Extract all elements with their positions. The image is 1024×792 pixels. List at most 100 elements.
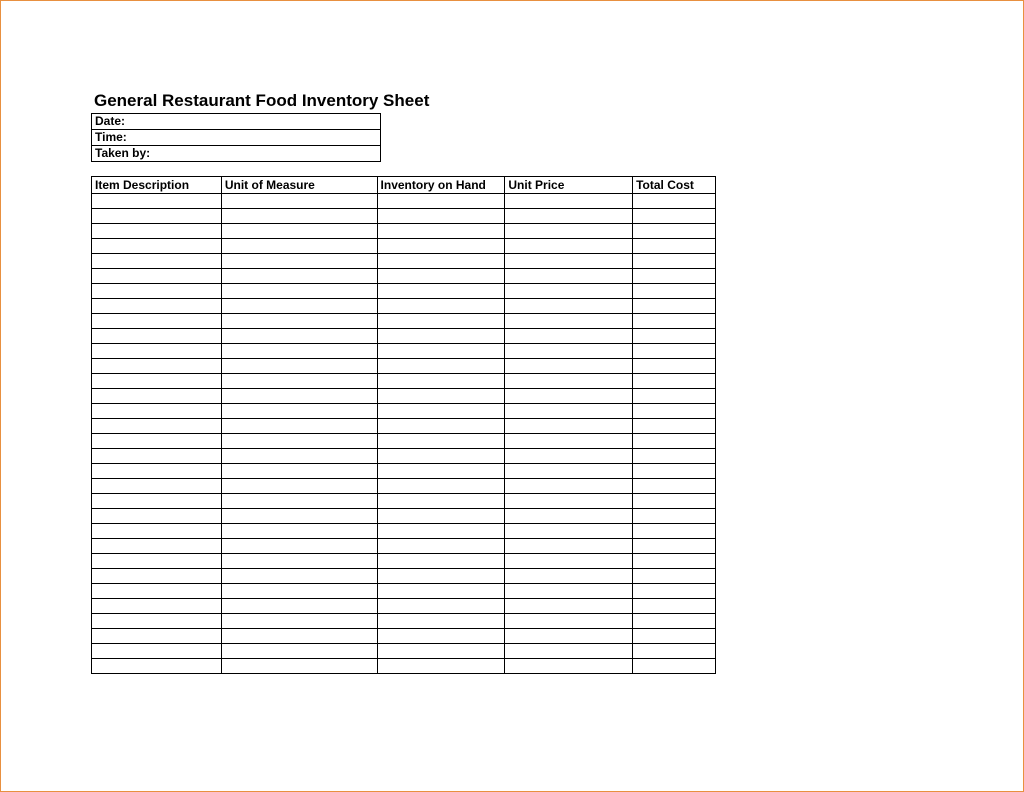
table-cell [377,209,505,224]
col-header-item-description: Item Description [92,177,222,194]
meta-row-taken-by: Taken by: [92,146,381,162]
col-header-inventory-on-hand: Inventory on Hand [377,177,505,194]
table-cell [221,299,377,314]
table-cell [377,449,505,464]
table-cell [92,614,222,629]
date-label: Date: [92,114,381,130]
table-cell [505,389,633,404]
table-row [92,509,716,524]
table-cell [505,284,633,299]
table-cell [505,494,633,509]
table-cell [633,254,716,269]
table-cell [92,209,222,224]
table-row [92,404,716,419]
table-cell [92,464,222,479]
table-cell [377,389,505,404]
table-cell [221,554,377,569]
table-cell [377,479,505,494]
table-cell [377,629,505,644]
table-row [92,224,716,239]
page-border: General Restaurant Food Inventory Sheet … [0,0,1024,792]
table-row [92,374,716,389]
table-cell [221,314,377,329]
table-cell [505,659,633,674]
table-cell [92,194,222,209]
table-cell [377,419,505,434]
table-cell [505,224,633,239]
table-cell [92,224,222,239]
table-cell [377,194,505,209]
table-cell [221,494,377,509]
table-cell [377,614,505,629]
table-cell [92,404,222,419]
table-cell [505,539,633,554]
table-cell [377,404,505,419]
table-cell [92,494,222,509]
col-header-total-cost: Total Cost [633,177,716,194]
table-row [92,464,716,479]
table-row [92,659,716,674]
table-cell [92,524,222,539]
table-cell [633,584,716,599]
table-cell [377,584,505,599]
table-cell [633,374,716,389]
table-row [92,554,716,569]
table-cell [377,239,505,254]
table-cell [633,359,716,374]
table-row [92,194,716,209]
table-row [92,239,716,254]
table-cell [633,539,716,554]
table-cell [633,569,716,584]
table-cell [377,254,505,269]
table-cell [377,539,505,554]
table-cell [505,299,633,314]
table-cell [92,629,222,644]
table-cell [92,269,222,284]
table-cell [221,614,377,629]
table-cell [633,479,716,494]
table-cell [505,464,633,479]
table-cell [505,479,633,494]
table-cell [633,419,716,434]
inventory-header-row: Item Description Unit of Measure Invento… [92,177,716,194]
table-cell [505,314,633,329]
table-cell [633,494,716,509]
table-row [92,644,716,659]
inventory-body [92,194,716,674]
table-row [92,344,716,359]
taken-by-label: Taken by: [92,146,381,162]
table-cell [92,299,222,314]
table-cell [505,209,633,224]
table-cell [505,374,633,389]
table-cell [221,464,377,479]
table-cell [221,434,377,449]
table-cell [377,569,505,584]
table-cell [505,254,633,269]
table-cell [633,644,716,659]
table-row [92,314,716,329]
table-cell [633,659,716,674]
table-cell [92,329,222,344]
table-cell [221,599,377,614]
table-cell [377,659,505,674]
table-cell [221,509,377,524]
table-cell [505,239,633,254]
table-cell [633,464,716,479]
table-cell [377,644,505,659]
table-cell [92,254,222,269]
inventory-document: General Restaurant Food Inventory Sheet … [91,91,716,674]
table-row [92,419,716,434]
table-cell [377,494,505,509]
table-row [92,359,716,374]
table-cell [92,599,222,614]
col-header-unit-price: Unit Price [505,177,633,194]
table-cell [633,509,716,524]
table-cell [92,419,222,434]
table-cell [221,539,377,554]
table-cell [633,269,716,284]
table-cell [221,389,377,404]
table-cell [221,329,377,344]
table-cell [221,374,377,389]
table-cell [633,224,716,239]
table-row [92,449,716,464]
